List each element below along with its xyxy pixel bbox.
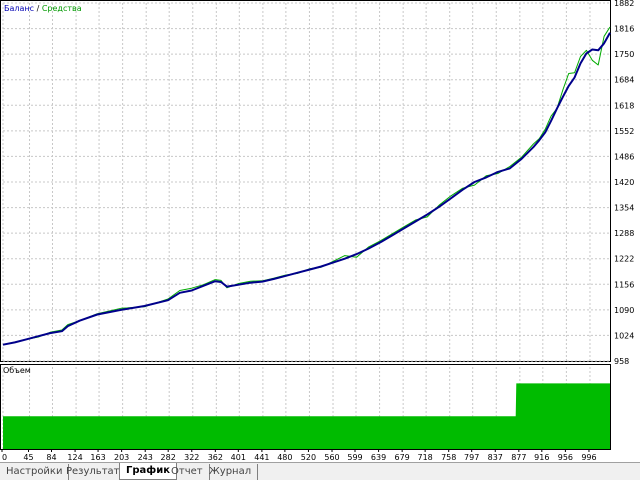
legend-equity: Средства — [41, 4, 82, 13]
x-ticks: 0 45 84 124 163 203 243 282 322 362 401 441 480 520 56… — [1, 450, 597, 462]
x-tick-label: 679 — [395, 453, 410, 462]
x-tick-label: 916 — [534, 453, 549, 462]
y-tick-label: 1750 — [614, 50, 634, 59]
x-tick-label: 84 — [46, 453, 56, 462]
x-tick-label: 639 — [371, 453, 386, 462]
x-tick-label: 0 — [2, 453, 7, 462]
main-grid — [2, 2, 610, 362]
y-tick-label: 1222 — [614, 255, 634, 264]
x-tick-label: 45 — [23, 453, 33, 462]
x-tick-label: 877 — [511, 453, 526, 462]
volume-chart — [0, 364, 611, 450]
x-tick-label: 718 — [417, 453, 432, 462]
y-tick-label: 1816 — [614, 25, 634, 34]
x-tick-label: 203 — [114, 453, 129, 462]
x-tick-label: 956 — [558, 453, 573, 462]
tab-settings-label: Настройки — [6, 466, 63, 477]
y-tick-label: 1156 — [614, 280, 634, 289]
x-tick-label: 441 — [254, 453, 269, 462]
x-tick-label: 560 — [324, 453, 339, 462]
y-tick-label: 1882 — [614, 0, 634, 8]
y-tick-label: 1684 — [614, 76, 634, 85]
x-tick-label: 124 — [67, 453, 82, 462]
x-tick-label: 362 — [208, 453, 223, 462]
volume-area — [3, 383, 610, 449]
x-tick-label: 401 — [231, 453, 246, 462]
x-tick-label: 837 — [488, 453, 503, 462]
tester-tab-bar: Настройки Результаты График Отчет Журнал — [0, 462, 640, 480]
tab-report-label: Отчет — [171, 466, 203, 477]
tester-graph-window: 958 1024 1090 1156 1222 1288 1354 1420 1486 1552 1… — [0, 0, 640, 480]
volume-title: Объем — [3, 366, 31, 375]
x-tick-label: 322 — [184, 453, 199, 462]
y-tick-label: 1420 — [614, 178, 634, 187]
chart-legend: Баланс / Средства — [4, 4, 82, 13]
x-tick-label: 163 — [90, 453, 105, 462]
tab-journal[interactable]: Журнал — [203, 464, 259, 480]
x-tick-label: 282 — [161, 453, 176, 462]
x-tick-label: 243 — [138, 453, 153, 462]
x-tick-label: 797 — [464, 453, 479, 462]
legend-balance: Баланс — [4, 4, 35, 13]
y-tick-label: 1552 — [614, 127, 634, 136]
y-tick-label: 1486 — [614, 152, 634, 161]
legend-separator: / — [34, 4, 42, 13]
y-tick-label: 1024 — [614, 331, 634, 340]
x-tick-label: 996 — [581, 453, 596, 462]
balance-line — [2, 32, 611, 346]
x-tick-label: 480 — [277, 453, 292, 462]
x-tick-label: 758 — [441, 453, 456, 462]
y-tick-label: 1288 — [614, 229, 634, 238]
tab-journal-label: Журнал — [209, 466, 252, 477]
tab-graph-label: График — [126, 465, 170, 476]
equity-line — [2, 26, 611, 346]
y-tick-label: 1090 — [614, 306, 634, 315]
x-axis: 0 45 84 124 163 203 243 282 322 362 401 441 480 520 56… — [1, 450, 597, 462]
main-y-ticks: 9581024109011561222128813541420148615521… — [614, 0, 634, 366]
y-tick-label: 1354 — [614, 204, 634, 213]
y-tick-label: 1618 — [614, 101, 634, 110]
volume-series — [3, 383, 610, 449]
x-tick-label: 599 — [347, 453, 362, 462]
balance-equity-chart: 958 1024 1090 1156 1222 1288 1354 1420 1486 1552 1… — [0, 0, 634, 366]
main-series — [2, 26, 611, 346]
x-tick-label: 520 — [301, 453, 316, 462]
balance-equity-svg: 9581024109011561222128813541420148615521… — [2, 0, 634, 366]
